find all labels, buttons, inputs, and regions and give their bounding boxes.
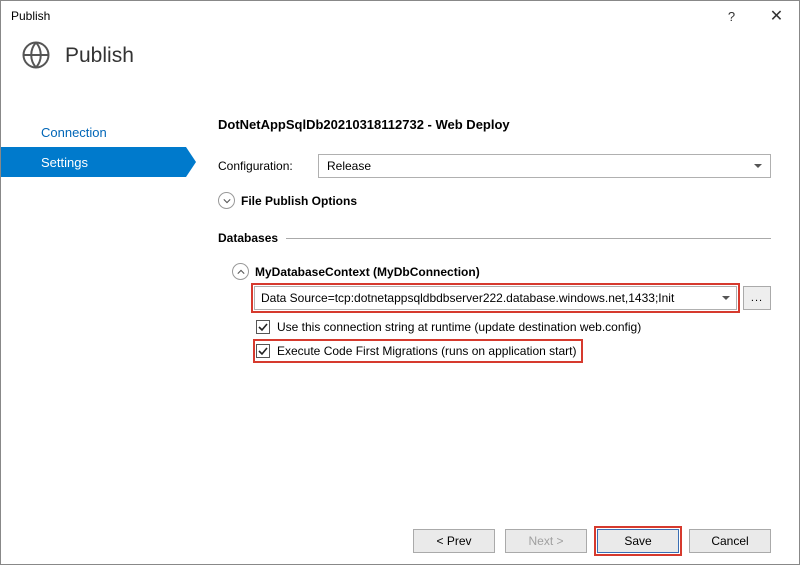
prev-button[interactable]: < Prev	[413, 529, 495, 553]
sidebar-item-settings[interactable]: Settings	[1, 147, 186, 177]
checkbox-icon	[256, 320, 270, 334]
footer: < Prev Next > Save Cancel	[1, 517, 799, 565]
chevron-up-icon	[232, 263, 249, 280]
checkbox-label: Execute Code First Migrations (runs on a…	[277, 344, 576, 358]
checkbox-use-connection-string[interactable]: Use this connection string at runtime (u…	[256, 318, 645, 336]
divider	[286, 238, 771, 239]
titlebar: Publish ? ✕	[1, 1, 799, 31]
checkbox-icon	[256, 344, 270, 358]
close-button[interactable]: ✕	[754, 1, 799, 31]
connection-string-value: Data Source=tcp:dotnetappsqldbdbserver22…	[261, 291, 674, 305]
configuration-select[interactable]: Release	[318, 154, 771, 178]
browse-label: ...	[751, 292, 763, 304]
browse-button[interactable]: ...	[743, 286, 771, 310]
header-title: Publish	[65, 44, 134, 68]
dialog-header: Publish	[1, 31, 799, 87]
checkbox-label: Use this connection string at runtime (u…	[277, 320, 641, 334]
sidebar-item-label: Connection	[41, 125, 107, 140]
button-label: Save	[624, 534, 651, 548]
configuration-value: Release	[327, 159, 371, 173]
configuration-label: Configuration:	[218, 159, 308, 173]
profile-name: DotNetAppSqlDb20210318112732 - Web Deplo…	[218, 117, 771, 132]
button-label: < Prev	[436, 534, 471, 548]
cancel-button[interactable]: Cancel	[689, 529, 771, 553]
button-label: Cancel	[711, 534, 748, 548]
chevron-down-icon	[218, 192, 235, 209]
sidebar-item-connection[interactable]: Connection	[1, 117, 186, 147]
databases-section-header: Databases	[218, 231, 771, 245]
sidebar: Connection Settings	[1, 87, 186, 517]
databases-label: Databases	[218, 231, 278, 245]
main-panel: DotNetAppSqlDb20210318112732 - Web Deplo…	[186, 87, 799, 517]
window-title: Publish	[11, 9, 709, 23]
sidebar-item-label: Settings	[41, 155, 88, 170]
db-context-label: MyDatabaseContext (MyDbConnection)	[255, 265, 480, 279]
button-label: Next >	[528, 534, 563, 548]
db-context-expander[interactable]: MyDatabaseContext (MyDbConnection)	[218, 263, 771, 280]
connection-string-select[interactable]: Data Source=tcp:dotnetappsqldbdbserver22…	[254, 286, 737, 310]
file-publish-expander[interactable]: File Publish Options	[218, 192, 771, 209]
checkbox-execute-migrations[interactable]: Execute Code First Migrations (runs on a…	[256, 342, 580, 360]
save-button[interactable]: Save	[597, 529, 679, 553]
help-button[interactable]: ?	[709, 1, 754, 31]
next-button[interactable]: Next >	[505, 529, 587, 553]
globe-icon	[21, 40, 51, 73]
file-publish-label: File Publish Options	[241, 194, 357, 208]
